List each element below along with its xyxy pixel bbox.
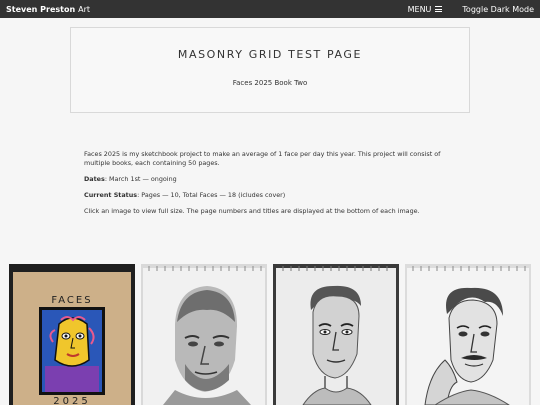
menu-button[interactable]: MENU bbox=[408, 5, 443, 14]
dates-label: Dates bbox=[84, 175, 105, 183]
hamburger-icon bbox=[435, 6, 443, 12]
gallery-item-1[interactable] bbox=[141, 264, 267, 405]
menu-label: MENU bbox=[407, 4, 432, 14]
dates-line: Dates: March 1st — ongoing bbox=[84, 175, 464, 184]
brand-name: Steven Preston bbox=[6, 4, 76, 14]
cover-title: FACES bbox=[51, 295, 92, 306]
site-brand-link[interactable]: Steven Preston Art bbox=[6, 5, 90, 14]
status-label: Current Status bbox=[84, 191, 138, 199]
dates-value: : March 1st — ongoing bbox=[104, 175, 177, 183]
gallery-item-3[interactable] bbox=[405, 264, 531, 405]
status-line: Current Status: Pages — 10, Total Faces … bbox=[84, 191, 464, 200]
status-value: : Pages — 10, Total Faces — 18 (icludes … bbox=[137, 191, 286, 199]
sketch-artwork-1 bbox=[141, 264, 267, 405]
cover-year: 2025 bbox=[53, 396, 90, 405]
page-header-card: MASONRY GRID TEST PAGE Faces 2025 Book T… bbox=[70, 27, 470, 113]
sketch-artwork-2 bbox=[273, 264, 399, 405]
intro-section: Faces 2025 is my sketchbook project to m… bbox=[84, 150, 464, 223]
page-title: MASONRY GRID TEST PAGE bbox=[177, 48, 363, 61]
dark-mode-toggle[interactable]: Toggle Dark Mode bbox=[462, 5, 534, 14]
masonry-grid: FACES 2025 bbox=[9, 264, 535, 405]
intro-description: Faces 2025 is my sketchbook project to m… bbox=[84, 150, 441, 167]
gallery-item-2[interactable] bbox=[273, 264, 399, 405]
brand-suffix: Art bbox=[78, 4, 91, 14]
cover-artwork: FACES 2025 bbox=[13, 272, 131, 405]
intro-instructions: Click an image to view full size. The pa… bbox=[84, 207, 420, 215]
page-subtitle: Faces 2025 Book Two bbox=[232, 79, 308, 87]
sketch-artwork-3 bbox=[405, 264, 531, 405]
top-navbar: Steven Preston Art MENU Toggle Dark Mode bbox=[0, 0, 540, 18]
gallery-item-cover[interactable]: FACES 2025 bbox=[9, 264, 135, 405]
